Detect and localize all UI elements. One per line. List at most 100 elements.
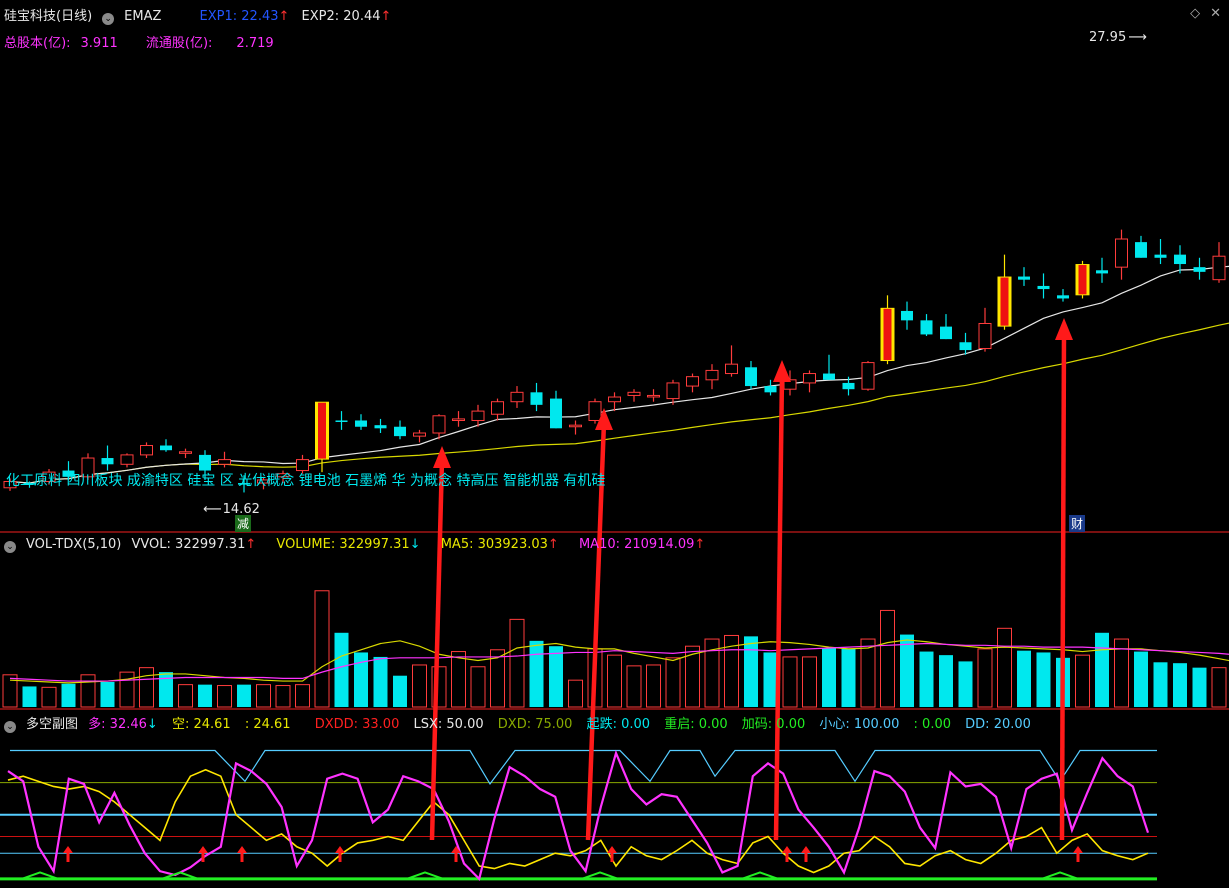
dxdd-value: DXDD: 33.00 — [314, 717, 400, 732]
diamond-icon[interactable]: ◇ — [1190, 6, 1200, 21]
candle-body — [745, 367, 757, 387]
volume-bar — [939, 655, 953, 707]
volume-bar — [1134, 651, 1148, 707]
candle-body — [1174, 254, 1186, 265]
annotation-arrow-head — [1055, 318, 1073, 340]
candle-body — [842, 382, 855, 390]
buy-arrow-icon — [237, 846, 247, 862]
annotation-arrow-head — [433, 446, 451, 468]
volume-bar — [22, 686, 37, 707]
low-pointer-arrow-icon: ⟵ — [203, 502, 222, 517]
vol-ma5-value: MA5: 303923.03 — [440, 537, 548, 552]
candle-body — [883, 308, 892, 361]
kong-value: 空: 24.61 — [171, 717, 231, 732]
volume-bar — [275, 685, 291, 708]
exp2-value: EXP2: 20.44 — [301, 9, 381, 24]
duo-magenta-line — [7, 749, 1150, 882]
ma-white-line — [9, 265, 1229, 484]
volume-value: VOLUME: 322997.31 — [276, 537, 410, 552]
candle-body — [335, 420, 348, 422]
volume-header: ⌄ VOL-TDX(5,10) VVOL: 322997.31↑ VOLUME: … — [4, 537, 715, 553]
volume-bar — [119, 671, 135, 708]
volume-bar — [217, 685, 232, 708]
candle-body — [803, 373, 816, 384]
candle-body — [296, 459, 309, 472]
candle-body — [569, 424, 582, 428]
blank2-value: : 0.00 — [913, 717, 952, 732]
candle-body — [199, 454, 211, 471]
volume-bar — [568, 679, 583, 708]
volume-bar — [1095, 632, 1109, 707]
window-controls: ◇ ✕ — [1190, 6, 1221, 21]
candle-body — [318, 402, 326, 459]
volume-bar — [100, 681, 115, 707]
candle-body — [627, 391, 641, 396]
ma-yellow-line — [9, 322, 1229, 484]
annotation-arrow-shaft — [1059, 331, 1067, 841]
candle-body — [978, 322, 992, 350]
indicator-name[interactable]: EMAZ — [124, 9, 161, 24]
chart-canvas — [0, 229, 1229, 882]
candle-body — [491, 401, 504, 415]
annotation-arrow-shaft — [773, 373, 785, 841]
volume-bar — [919, 651, 934, 707]
candle-body — [101, 458, 114, 465]
close-icon[interactable]: ✕ — [1210, 6, 1221, 21]
candle-body — [1018, 276, 1030, 280]
sub-dropdown-icon[interactable]: ⌄ — [4, 721, 16, 733]
volume-bar — [607, 654, 622, 708]
volume-bar — [626, 665, 642, 708]
candle-body — [764, 386, 777, 393]
high-price-label: 27.95 ⟶ — [1089, 30, 1147, 45]
candle-body — [608, 396, 621, 403]
xiaoxin-step-line — [10, 749, 1157, 785]
candle-body — [1037, 285, 1050, 290]
total-shares-value: 3.911 — [80, 36, 118, 51]
tag-jian-badge: 减 — [235, 515, 252, 532]
dd-value: DD: 20.00 — [965, 717, 1031, 732]
candle-body — [1057, 295, 1069, 299]
volume-bar — [880, 609, 895, 708]
candle-body — [160, 445, 172, 451]
blank-value: : 24.61 — [244, 717, 291, 732]
vol-ma5-up-arrow-icon: ↑ — [547, 537, 559, 552]
duo-down-arrow-icon: ↓ — [146, 717, 158, 732]
volume-bar — [763, 652, 778, 707]
volume-bar — [80, 674, 96, 708]
exp1-value: EXP1: 22.43 — [199, 9, 279, 24]
vol-dropdown-icon[interactable]: ⌄ — [4, 541, 16, 553]
exp1-up-arrow-icon: ↑ — [278, 9, 290, 24]
volume-bar — [256, 684, 271, 708]
vol-ma10-value: MA10: 210914.09 — [578, 537, 695, 552]
buy-arrow-icon — [1073, 846, 1083, 862]
volume-bar — [354, 652, 368, 707]
volume-bar — [1017, 650, 1031, 707]
candle-body — [355, 420, 367, 427]
tag-cai-badge: 财 — [1069, 515, 1086, 532]
candle-body — [1154, 254, 1167, 258]
volume-bar — [1036, 652, 1051, 707]
sub-indicator-name[interactable]: 多空副图 — [26, 717, 78, 732]
vol-indicator-name[interactable]: VOL-TDX(5,10) — [26, 537, 121, 552]
candle-body — [1000, 277, 1009, 326]
lsx-value: LSX: 50.00 — [413, 717, 484, 732]
annotation-arrow-head — [773, 360, 791, 382]
candle-body — [1078, 265, 1087, 295]
buy-arrow-icon — [63, 846, 73, 862]
volume-down-arrow-icon: ↓ — [409, 537, 421, 552]
volume-bar — [744, 636, 758, 707]
volume-bar — [237, 684, 251, 707]
volume-bar — [198, 684, 212, 707]
exp2-up-arrow-icon: ↑ — [380, 9, 392, 24]
volume-bar — [159, 672, 173, 707]
vol-ma10-up-arrow-icon: ↑ — [694, 537, 706, 552]
volume-bar — [665, 657, 681, 708]
volume-bar — [139, 667, 154, 708]
volume-bar — [977, 648, 993, 708]
candle-body — [959, 342, 972, 351]
candle-body — [471, 410, 485, 421]
volume-bar — [1192, 667, 1207, 707]
indicator-dropdown-icon[interactable]: ⌄ — [102, 13, 115, 25]
volume-bar — [393, 675, 407, 707]
volume-bar — [1173, 663, 1187, 707]
